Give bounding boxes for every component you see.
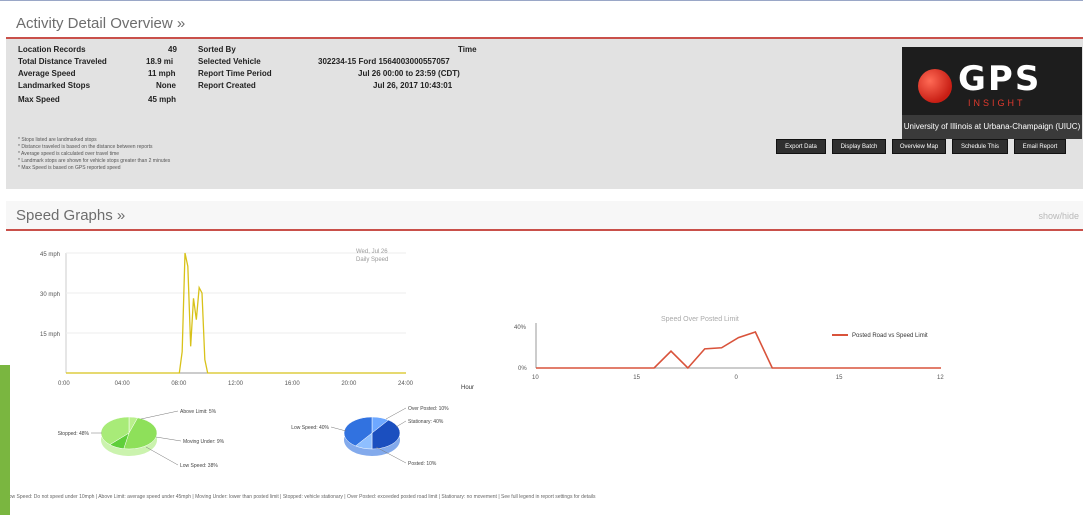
limit-y-tick: 40% bbox=[514, 325, 527, 331]
speed-x-tick: 16:00 bbox=[285, 381, 301, 387]
speed-x-tick: 04:00 bbox=[115, 381, 131, 387]
limit-x-tick: 15 bbox=[633, 375, 640, 381]
speed-summary-pie-label: Moving Under: 9% bbox=[183, 439, 225, 445]
logo-text: GPS bbox=[958, 59, 1042, 99]
show-hide-link[interactable]: show/hide bbox=[1038, 211, 1079, 221]
speed-series-line bbox=[66, 252, 406, 374]
footnote: * Stops listed are landmarked stops bbox=[18, 137, 97, 143]
speed-summary-pie-leader bbox=[145, 446, 179, 466]
limit-x-tick: 10 bbox=[532, 375, 539, 381]
footnote: * Landmark stops are shown for vehicle s… bbox=[18, 158, 171, 164]
speed-summary-pie-label: Stopped: 48% bbox=[58, 431, 90, 437]
stat-value: 49 bbox=[168, 45, 177, 54]
speed-x-tick: 24:00 bbox=[398, 381, 414, 387]
limit-y-tick: 0% bbox=[518, 366, 527, 372]
speed-graphs-title[interactable]: Speed Graphs » bbox=[16, 207, 125, 224]
speed-y-tick: 30 mph bbox=[40, 292, 60, 298]
footnote: * Max Speed is based on GPS reported spe… bbox=[18, 165, 121, 171]
limit-summary-pie-label: Posted: 10% bbox=[408, 461, 437, 467]
stat-label: Sorted By bbox=[198, 45, 236, 54]
speed-graphs-svg: 45 mph 30 mph 15 mph 0:00 04:00 08:00 12:00 16:… bbox=[40, 249, 944, 469]
stat-value: 45 mph bbox=[148, 95, 177, 104]
stat-value: 302234-15 Ford 1564003000557057 bbox=[318, 57, 450, 66]
speed-graphs-header: Speed Graphs » show/hide bbox=[6, 201, 1083, 231]
limit-chart-title: Speed Over Posted Limit bbox=[661, 316, 739, 323]
stat-label: Max Speed bbox=[18, 95, 60, 104]
stat-value: None bbox=[156, 81, 176, 90]
left-accent-strip bbox=[0, 365, 10, 515]
globe-icon bbox=[918, 69, 952, 103]
speed-note: Wed, Jul 26 bbox=[356, 249, 388, 255]
email-report-button[interactable]: Email Report bbox=[1014, 139, 1066, 154]
schedule-this-button[interactable]: Schedule This bbox=[952, 139, 1008, 154]
speed-x-tick: 0:00 bbox=[58, 381, 70, 387]
footnotes: * Stops listed are landmarked stops * Di… bbox=[18, 137, 170, 172]
graph-footer-note: Low Speed: Do not speed under 10mph | Ab… bbox=[6, 494, 596, 500]
limit-legend-label: Posted Road vs Speed Limit bbox=[852, 333, 928, 339]
university-label: University of Illinois at Urbana-Champai… bbox=[902, 115, 1082, 139]
stat-label: Landmarked Stops bbox=[18, 81, 91, 90]
report-page: Activity Detail Overview » Location Reco… bbox=[0, 0, 1083, 515]
stat-label: Selected Vehicle bbox=[198, 57, 261, 66]
speed-note: Daily Speed bbox=[356, 257, 388, 263]
export-data-button[interactable]: Export Data bbox=[776, 139, 826, 154]
footnote: * Average speed is calculated over trave… bbox=[18, 151, 120, 157]
stat-label: Location Records bbox=[18, 45, 86, 54]
footnote: * Distance traveled is based on the dist… bbox=[18, 144, 153, 150]
limit-x-tick: 12 bbox=[937, 375, 944, 381]
limit-summary-pie-label: Low Speed: 40% bbox=[291, 425, 329, 431]
gps-insight-logo: GPS INSIGHT University of Illinois at Ur… bbox=[902, 47, 1082, 139]
limit-x-tick: 0 bbox=[735, 375, 739, 381]
stat-value: Time bbox=[458, 45, 477, 54]
overview-panel: Location Records 49 Sorted By Time Total… bbox=[6, 39, 1083, 189]
stat-value: 18.9 mi bbox=[146, 57, 174, 66]
limit-x-tick: 15 bbox=[836, 375, 843, 381]
speed-x-tick: 08:00 bbox=[171, 381, 187, 387]
overview-title[interactable]: Activity Detail Overview » bbox=[16, 15, 185, 32]
limit-summary-pie-leader bbox=[395, 420, 407, 428]
speed-x-tick: 12:00 bbox=[228, 381, 244, 387]
speed-y-tick: 45 mph bbox=[40, 252, 60, 258]
stat-value: Jul 26, 2017 10:43:01 bbox=[373, 81, 453, 90]
speed-summary-pie-label: Low Speed: 38% bbox=[180, 463, 218, 469]
logo-subtext: INSIGHT bbox=[968, 98, 1026, 108]
limit-summary-pie-label: Over Posted: 10% bbox=[408, 406, 449, 412]
limit-summary-pie-leader bbox=[330, 426, 347, 432]
speed-summary-pie-leader bbox=[155, 436, 182, 442]
stat-label: Average Speed bbox=[18, 69, 76, 78]
speed-x-tick: 20:00 bbox=[341, 381, 357, 387]
stat-value: Jul 26 00:00 to 23:59 (CDT) bbox=[358, 69, 460, 78]
display-batch-button[interactable]: Display Batch bbox=[832, 139, 886, 154]
speed-summary-pie-label: Above Limit: 5% bbox=[180, 409, 217, 415]
speed-x-label: Hour bbox=[461, 385, 474, 391]
limit-summary-pie-leader bbox=[385, 407, 407, 420]
graphs-area: 45 mph 30 mph 15 mph 0:00 04:00 08:00 12:00 16:… bbox=[6, 233, 1083, 483]
stat-value: 11 mph bbox=[148, 69, 176, 78]
speed-y-tick: 15 mph bbox=[40, 332, 60, 338]
overview-map-button[interactable]: Overview Map bbox=[892, 139, 946, 154]
overview-header: Activity Detail Overview » bbox=[6, 9, 1083, 39]
stat-label: Report Time Period bbox=[198, 69, 272, 78]
speed-summary-pie-leader bbox=[140, 410, 179, 420]
stat-label: Report Created bbox=[198, 81, 256, 90]
stat-label: Total Distance Traveled bbox=[18, 57, 107, 66]
limit-summary-pie-label: Stationary: 40% bbox=[408, 419, 444, 425]
